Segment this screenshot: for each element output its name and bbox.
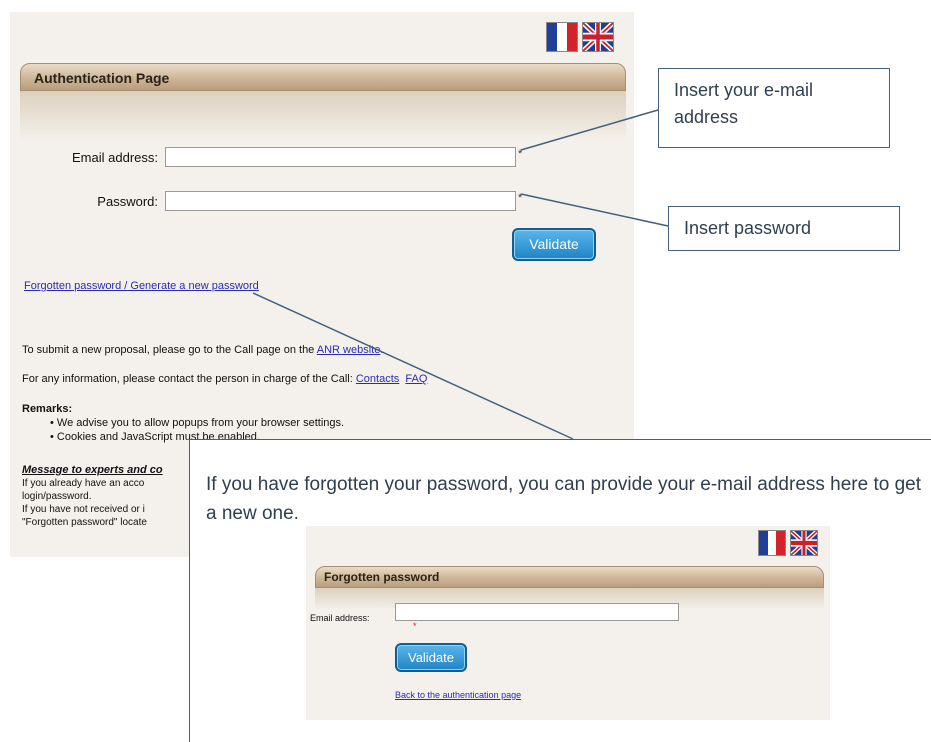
message-title: Message to experts and co xyxy=(22,464,163,476)
contact-info-text: For any information, please contact the … xyxy=(22,373,427,385)
submit-suffix: . xyxy=(380,344,384,356)
forgot-validate-button[interactable]: Validate xyxy=(395,643,467,672)
message-line: "Forgotten password" locate xyxy=(22,517,147,528)
language-selector xyxy=(546,22,614,52)
remark-text: We advise you to allow popups from your … xyxy=(56,417,345,429)
remark-item: • We advise you to allow popups from you… xyxy=(50,417,345,429)
forgotten-password-panel: Forgotten password Email address: * Vali… xyxy=(306,526,830,720)
forgot-page-title: Forgotten password xyxy=(324,570,440,584)
forgot-email-input[interactable] xyxy=(395,603,679,621)
forgot-email-label: Email address: xyxy=(310,613,370,623)
message-line: If you already have an acco xyxy=(22,478,145,489)
password-input[interactable] xyxy=(165,191,516,211)
back-to-authentication-link[interactable]: Back to the authentication page xyxy=(395,690,521,700)
password-label: Password: xyxy=(97,194,158,209)
authentication-header: Authentication Page xyxy=(20,63,626,91)
required-mark: * xyxy=(518,148,523,160)
message-line: login/password. xyxy=(22,491,92,502)
french-flag-icon[interactable] xyxy=(758,530,786,556)
message-line: If you have not received or i xyxy=(22,504,145,515)
email-label: Email address: xyxy=(72,150,158,165)
info-prefix: For any information, please contact the … xyxy=(22,373,353,385)
password-callout: Insert password xyxy=(668,206,900,251)
contacts-link[interactable]: Contacts xyxy=(356,373,399,385)
validate-button[interactable]: Validate xyxy=(512,228,596,261)
language-selector xyxy=(758,530,818,556)
faq-link[interactable]: FAQ xyxy=(405,373,427,385)
required-mark: * xyxy=(413,621,417,631)
page-title: Authentication Page xyxy=(34,70,170,86)
forgot-password-header: Forgotten password xyxy=(315,566,824,588)
submit-proposal-text: To submit a new proposal, please go to t… xyxy=(22,344,383,356)
forgotten-password-link[interactable]: Forgotten password / Generate a new pass… xyxy=(24,280,259,292)
submit-prefix: To submit a new proposal, please go to t… xyxy=(22,344,315,356)
uk-flag-icon[interactable] xyxy=(790,530,818,556)
uk-flag-icon[interactable] xyxy=(582,22,614,52)
email-callout: Insert your e-mail address xyxy=(658,68,890,148)
anr-website-link[interactable]: ANR website xyxy=(317,344,381,356)
remarks-title: Remarks: xyxy=(22,403,73,415)
required-mark: * xyxy=(518,192,523,204)
email-input[interactable] xyxy=(165,147,516,167)
forgot-callout-text: If you have forgotten your password, you… xyxy=(206,474,922,524)
french-flag-icon[interactable] xyxy=(546,22,578,52)
header-shade xyxy=(20,91,626,141)
